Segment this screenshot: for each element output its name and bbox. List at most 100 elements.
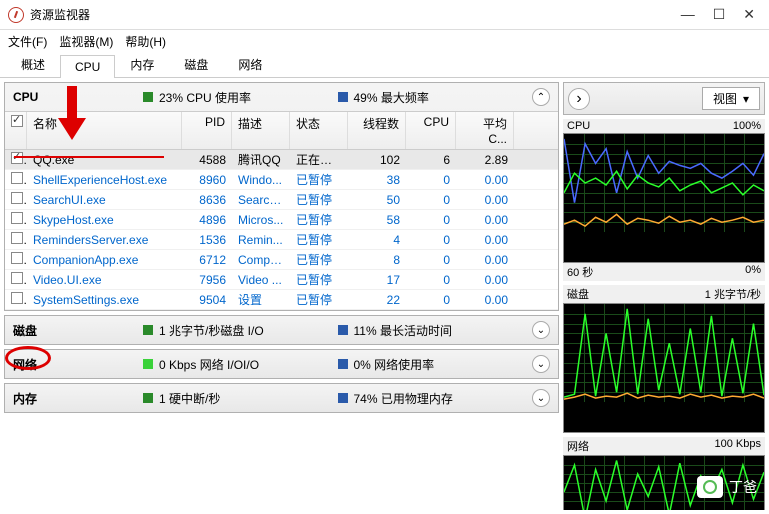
proc-avg: 2.89 <box>456 152 514 168</box>
maximize-button[interactable]: ☐ <box>713 6 726 23</box>
close-button[interactable]: ✕ <box>743 6 755 23</box>
memory-panel-title: 内存 <box>13 390 143 407</box>
col-name[interactable]: 名称 <box>27 112 182 149</box>
net-io-label: 0 Kbps 网络 I/OI/O <box>159 356 259 373</box>
row-checkbox[interactable] <box>11 292 23 304</box>
tab-network[interactable]: 网络 <box>223 51 277 77</box>
col-avg[interactable]: 平均 C... <box>456 112 514 149</box>
proc-avg: 0.00 <box>456 232 514 248</box>
proc-desc: Compa... <box>232 252 290 268</box>
view-label: 视图 <box>713 90 737 107</box>
disk-chart-max: 1 兆字节/秒 <box>705 286 761 302</box>
menu-help[interactable]: 帮助(H) <box>125 33 166 50</box>
menu-monitor[interactable]: 监视器(M) <box>59 33 113 50</box>
table-row[interactable]: CompanionApp.exe6712Compa...已暂停800.00 <box>5 250 558 270</box>
proc-pid: 4588 <box>182 152 232 168</box>
row-checkbox[interactable] <box>11 192 23 204</box>
row-checkbox[interactable] <box>11 272 23 284</box>
cpu-panel-header[interactable]: CPU 23% CPU 使用率 49% 最大频率 ⌃ <box>5 83 558 111</box>
row-checkbox[interactable] <box>11 232 23 244</box>
disk-act-label: 11% 最长活动时间 <box>354 322 452 339</box>
proc-name: SystemSettings.exe <box>27 292 182 308</box>
col-cpu[interactable]: CPU <box>406 112 456 149</box>
col-status[interactable]: 状态 <box>290 112 348 149</box>
menubar: 文件(F) 监视器(M) 帮助(H) <box>0 30 769 52</box>
cpu-freq-color-icon <box>338 92 348 102</box>
cpu-chart-title: CPU <box>567 120 590 132</box>
row-checkbox[interactable] <box>11 212 23 224</box>
table-row[interactable]: Video.UI.exe7956Video ...已暂停1700.00 <box>5 270 558 290</box>
mem-phys-color-icon <box>338 393 348 403</box>
net-io-color-icon <box>143 359 153 369</box>
view-button[interactable]: 视图 ▾ <box>702 87 760 110</box>
proc-threads: 4 <box>348 232 406 248</box>
proc-avg: 0.00 <box>456 292 514 308</box>
proc-status: 已暂停 <box>290 290 348 309</box>
left-column: CPU 23% CPU 使用率 49% 最大频率 ⌃ 名称 PID 描述 状态 … <box>4 82 559 510</box>
tab-overview[interactable]: 概述 <box>6 51 60 77</box>
row-checkbox[interactable] <box>11 152 23 164</box>
table-row[interactable]: SearchUI.exe8636Search...已暂停5000.00 <box>5 190 558 210</box>
menu-file[interactable]: 文件(F) <box>8 33 47 50</box>
wechat-icon <box>697 476 723 498</box>
proc-threads: 58 <box>348 212 406 228</box>
expand-icon[interactable]: ⌄ <box>532 389 550 407</box>
proc-name: RemindersServer.exe <box>27 232 182 248</box>
proc-avg: 0.00 <box>456 192 514 208</box>
table-row[interactable]: ShellExperienceHost.exe8960Windo...已暂停38… <box>5 170 558 190</box>
cpu-usage-label: 23% CPU 使用率 <box>159 89 251 106</box>
header-checkbox[interactable] <box>11 115 23 127</box>
tab-memory[interactable]: 内存 <box>115 51 169 77</box>
network-chart-max: 100 Kbps <box>715 438 761 454</box>
table-row[interactable]: QQ.exe4588腾讯QQ正在运行10262.89 <box>5 150 558 170</box>
table-row[interactable]: RemindersServer.exe1536Remin...已暂停400.00 <box>5 230 558 250</box>
col-pid[interactable]: PID <box>182 112 232 149</box>
mem-phys-label: 74% 已用物理内存 <box>354 390 453 407</box>
col-threads[interactable]: 线程数 <box>348 112 406 149</box>
red-underline-annotation <box>14 156 164 158</box>
minimize-button[interactable]: — <box>681 6 695 23</box>
network-panel-title: 网络 <box>13 356 143 373</box>
cpu-chart-xlabel: 60 秒 <box>567 264 593 280</box>
tab-cpu[interactable]: CPU <box>60 55 115 78</box>
memory-panel-header[interactable]: 内存 1 硬中断/秒 74% 已用物理内存 ⌄ <box>5 384 558 412</box>
proc-threads: 8 <box>348 252 406 268</box>
proc-status: 已暂停 <box>290 230 348 249</box>
table-row[interactable]: SystemSettings.exe9504设置已暂停2200.00 <box>5 290 558 310</box>
tab-disk[interactable]: 磁盘 <box>169 51 223 77</box>
row-checkbox[interactable] <box>11 172 23 184</box>
proc-pid: 8960 <box>182 172 232 188</box>
network-chart-title: 网络 <box>567 438 589 454</box>
proc-status: 已暂停 <box>290 170 348 189</box>
dropdown-icon: ▾ <box>743 92 749 106</box>
proc-name: CompanionApp.exe <box>27 252 182 268</box>
right-toolbar: › 视图 ▾ <box>563 82 765 115</box>
network-panel-header[interactable]: 网络 0 Kbps 网络 I/OI/O 0% 网络使用率 ⌄ <box>5 350 558 378</box>
cpu-chart-max: 100% <box>733 120 761 132</box>
disk-chart: 磁盘1 兆字节/秒 <box>563 285 765 433</box>
proc-status: 正在运行 <box>290 150 348 169</box>
table-row[interactable]: SkypeHost.exe4896Micros...已暂停5800.00 <box>5 210 558 230</box>
proc-status: 已暂停 <box>290 190 348 209</box>
proc-name: SearchUI.exe <box>27 192 182 208</box>
row-checkbox[interactable] <box>11 252 23 264</box>
disk-act-color-icon <box>338 325 348 335</box>
collapse-icon[interactable]: ⌃ <box>532 88 550 106</box>
mem-hard-color-icon <box>143 393 153 403</box>
cpu-chart: CPU100% 60 秒0% <box>563 119 765 281</box>
expand-icon[interactable]: ⌄ <box>532 321 550 339</box>
window-title: 资源监视器 <box>30 6 681 23</box>
net-use-label: 0% 网络使用率 <box>354 356 435 373</box>
col-desc[interactable]: 描述 <box>232 112 290 149</box>
right-column: › 视图▾ CPU100% 60 秒0% 磁盘1 兆字节/秒 网络100 Kbp… <box>563 82 765 510</box>
collapse-right-button[interactable]: › <box>568 88 590 110</box>
proc-cpu: 0 <box>406 252 456 268</box>
process-table: 名称 PID 描述 状态 线程数 CPU 平均 C... QQ.exe4588腾… <box>5 111 558 310</box>
proc-name: QQ.exe <box>27 152 182 168</box>
network-chart: 网络 100 Kbps <box>563 437 765 510</box>
proc-cpu: 0 <box>406 272 456 288</box>
proc-desc: Search... <box>232 192 290 208</box>
expand-icon[interactable]: ⌄ <box>532 355 550 373</box>
mem-hard-label: 1 硬中断/秒 <box>159 390 220 407</box>
disk-panel-header[interactable]: 磁盘 1 兆字节/秒磁盘 I/O 11% 最长活动时间 ⌄ <box>5 316 558 344</box>
